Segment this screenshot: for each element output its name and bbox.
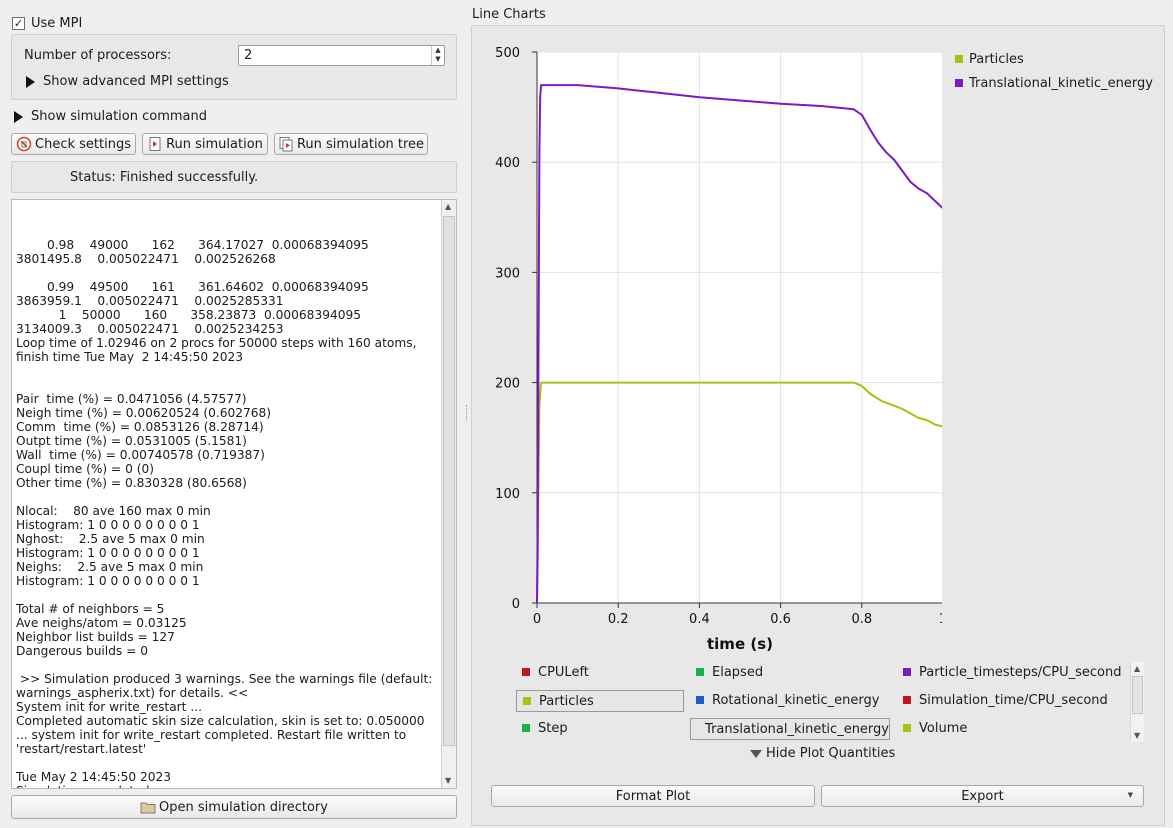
quantity-item[interactable]: Simulation_time/CPU_second [897, 690, 1127, 710]
processors-spinbox[interactable]: 2 ▲ ▼ [238, 45, 445, 66]
quantity-swatch [523, 697, 531, 705]
x-tick-label: 0.4 [689, 612, 710, 627]
quantity-swatch [696, 668, 704, 676]
line-chart[interactable]: 0 0.2 0.4 0.6 0.8 1 0 100 200 300 400 500 time (s) [472, 26, 942, 656]
y-tick-label: 0 [512, 597, 520, 612]
legend-swatch [955, 79, 963, 87]
scroll-up-arrow-icon[interactable]: ▲ [445, 202, 451, 211]
expand-arrow-icon [26, 75, 35, 88]
x-tick-label: 0 [533, 612, 541, 627]
format-plot-label: Format Plot [615, 788, 691, 804]
y-tick-label: 400 [495, 156, 520, 171]
log-scrollbar[interactable]: ▲ ▼ [441, 200, 456, 788]
run-file-icon [147, 136, 163, 152]
chart-legend: Particles Translational_kinetic_energy [955, 47, 1153, 95]
use-mpi-check[interactable]: ✓ [12, 17, 25, 30]
quantity-swatch [903, 724, 911, 732]
x-tick-label: 0.2 [608, 612, 629, 627]
x-tick-label: 0.8 [851, 612, 872, 627]
use-mpi-checkbox[interactable]: ✓ Use MPI [12, 16, 82, 31]
check-settings-button[interactable]: Check settings [11, 133, 136, 155]
show-command-label: Show simulation command [31, 109, 207, 124]
quantity-label: Step [538, 720, 568, 736]
mpi-settings-group: Number of processors: 2 ▲ ▼ Show advanced… [11, 34, 457, 100]
use-mpi-label: Use MPI [31, 16, 83, 31]
quantity-label: CPULeft [538, 664, 589, 680]
quantity-item[interactable]: CPULeft [516, 662, 684, 682]
quantity-label: Translational_kinetic_energy [705, 721, 889, 737]
legend-swatch [955, 55, 963, 63]
status-box: Status: Finished successfully. [11, 161, 457, 193]
status-text: Status: Finished successfully. [70, 170, 259, 185]
y-tick-label: 300 [495, 266, 520, 281]
export-button[interactable]: Export ▼ [821, 785, 1144, 807]
scroll-thumb[interactable] [443, 216, 455, 746]
open-simulation-directory-button[interactable]: Open simulation directory [11, 795, 457, 819]
scroll-down-arrow-icon[interactable]: ▼ [1134, 731, 1140, 740]
line-charts-title: Line Charts [472, 7, 546, 22]
quantity-item[interactable]: Translational_kinetic_energy [690, 718, 890, 740]
processors-value: 2 [244, 48, 253, 63]
quantities-scrollbar[interactable]: ▲ ▼ [1130, 662, 1144, 742]
run-simulation-tree-button[interactable]: Run simulation tree [274, 133, 428, 155]
check-settings-label: Check settings [35, 136, 131, 152]
dropdown-arrow-icon: ▼ [1127, 791, 1133, 799]
y-tick-label: 200 [495, 377, 520, 392]
quantity-swatch [522, 668, 530, 676]
legend-item-particles: Particles [955, 47, 1153, 71]
y-tick-label: 100 [495, 487, 520, 502]
quantity-item[interactable]: Particles [516, 690, 684, 712]
quantity-item[interactable]: Step [516, 718, 684, 738]
scroll-thumb[interactable] [1132, 676, 1143, 714]
plot-quantities-list[interactable]: CPULeft Elapsed Particle_timesteps/CPU_sec… [516, 662, 1130, 744]
quantity-item[interactable]: Particle_timesteps/CPU_second [897, 662, 1127, 682]
processors-label: Number of processors: [24, 48, 172, 63]
quantity-swatch [522, 724, 530, 732]
y-tick-label: 500 [495, 46, 520, 61]
quantity-swatch [696, 696, 704, 704]
quantity-label: Simulation_time/CPU_second [919, 692, 1108, 708]
run-tree-icon [278, 136, 294, 152]
show-command-toggle[interactable]: Show simulation command [14, 109, 207, 124]
x-tick-label: 0.6 [770, 612, 791, 627]
advanced-mpi-toggle[interactable]: Show advanced MPI settings [26, 74, 229, 89]
run-simulation-tree-label: Run simulation tree [296, 136, 425, 152]
check-settings-icon [16, 136, 32, 152]
x-tick-label: 1 [939, 612, 942, 627]
advanced-mpi-label: Show advanced MPI settings [43, 74, 229, 89]
plot-area [537, 52, 942, 603]
quantity-label: Volume [919, 720, 968, 736]
quantity-swatch [903, 668, 911, 676]
legend-item-translational-kinetic-energy: Translational_kinetic_energy [955, 71, 1153, 95]
spin-arrows[interactable]: ▲ ▼ [431, 46, 444, 65]
quantity-label: Elapsed [712, 664, 764, 680]
quantity-swatch [903, 696, 911, 704]
quantity-label: Particles [539, 693, 594, 709]
quantity-item[interactable]: Volume [897, 718, 1127, 738]
run-simulation-button[interactable]: Run simulation [142, 133, 268, 155]
scroll-down-arrow-icon[interactable]: ▼ [445, 776, 451, 785]
quantity-item[interactable]: Elapsed [690, 662, 890, 682]
expand-arrow-icon [14, 110, 23, 123]
open-simulation-directory-label: Open simulation directory [159, 799, 328, 815]
scroll-up-arrow-icon[interactable]: ▲ [1134, 664, 1140, 673]
quantity-item[interactable]: Rotational_kinetic_energy [690, 690, 890, 710]
log-text: 0.98 49000 162 364.17027 0.00068394095 3… [16, 238, 433, 788]
simulation-log[interactable]: 0.98 49000 162 364.17027 0.00068394095 3… [11, 199, 457, 789]
hide-plot-quantities-toggle[interactable]: Hide Plot Quantities [750, 746, 895, 761]
legend-label: Translational_kinetic_energy [969, 75, 1153, 91]
export-label: Export [961, 788, 1004, 804]
hide-plot-quantities-label: Hide Plot Quantities [766, 746, 896, 761]
folder-icon [140, 799, 156, 815]
legend-label: Particles [969, 51, 1024, 67]
quantity-label: Rotational_kinetic_energy [712, 692, 880, 708]
collapse-arrow-icon [750, 749, 762, 758]
splitter-handle[interactable] [466, 405, 469, 421]
run-simulation-label: Run simulation [166, 136, 263, 152]
x-axis-label: time (s) [707, 635, 773, 653]
quantity-label: Particle_timesteps/CPU_second [919, 664, 1122, 680]
format-plot-button[interactable]: Format Plot [491, 785, 815, 807]
